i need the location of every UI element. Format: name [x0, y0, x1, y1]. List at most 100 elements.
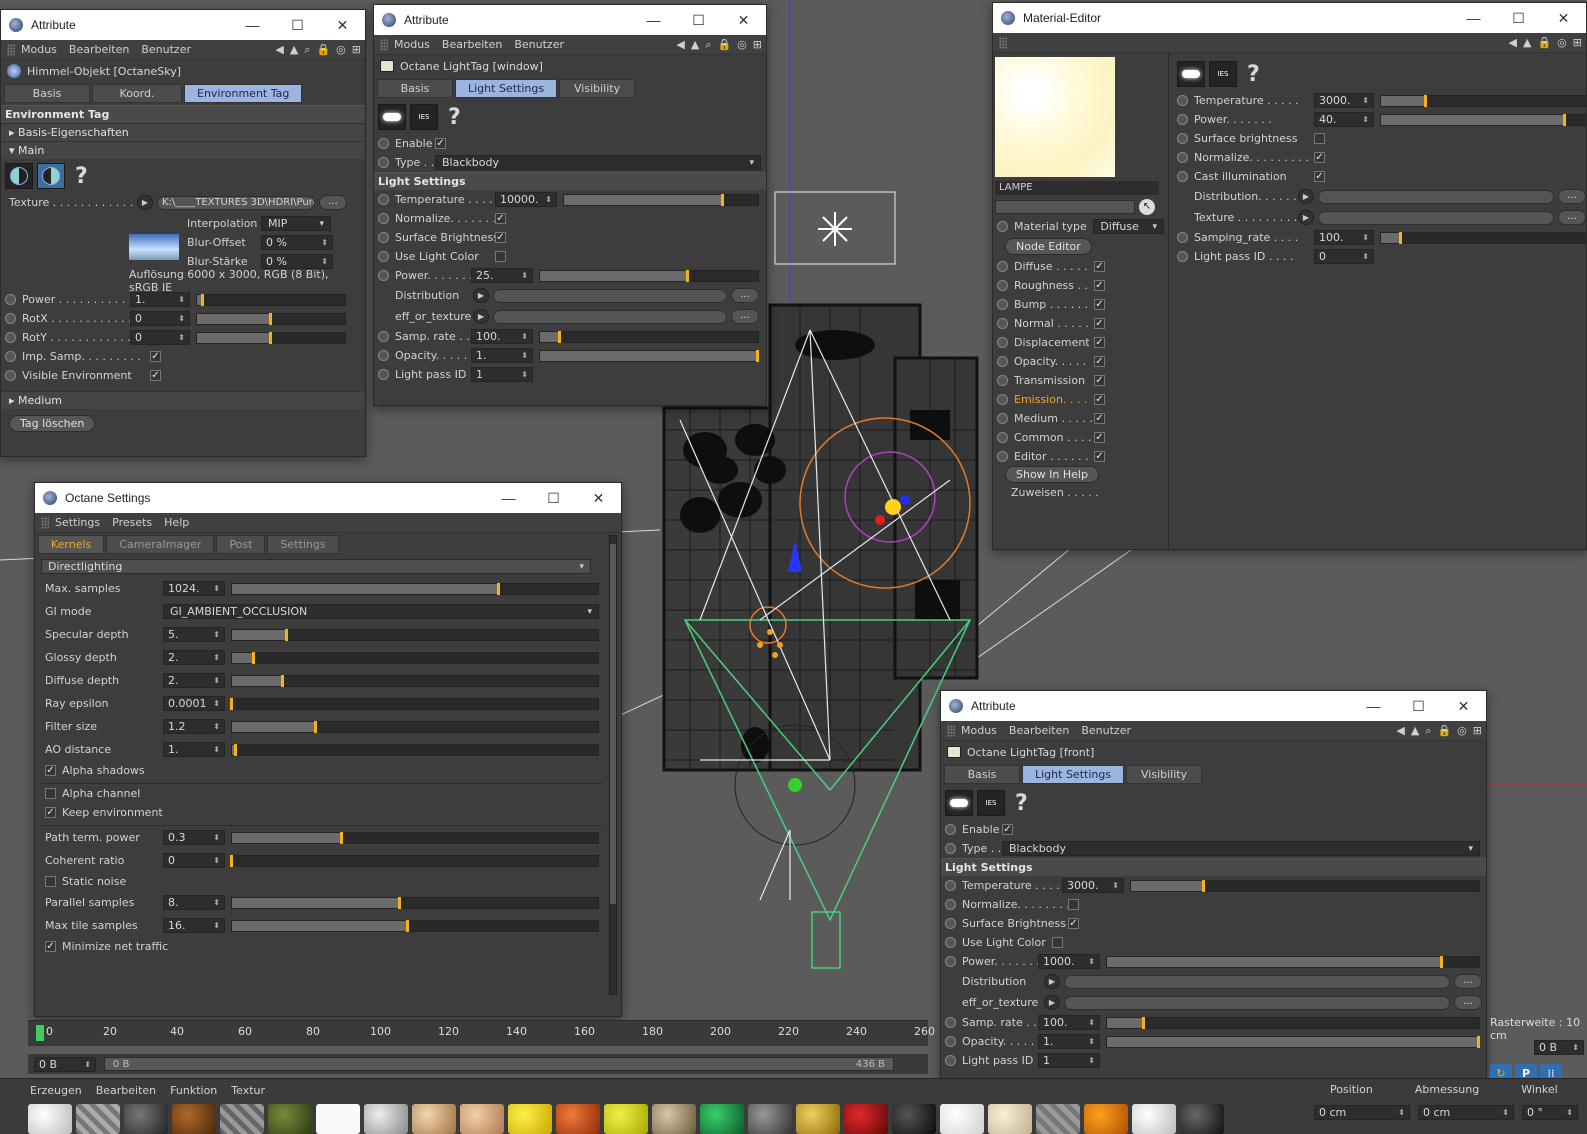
- group-medium[interactable]: ▸ Medium: [1, 391, 365, 409]
- tab-basis[interactable]: Basis: [4, 84, 90, 103]
- channel-radio[interactable]: [997, 356, 1008, 367]
- animate-radio[interactable]: [378, 369, 389, 380]
- temperature-slider[interactable]: [1130, 879, 1480, 892]
- texture-emission-icon[interactable]: IES: [1209, 61, 1237, 87]
- search-icon[interactable]: ⌕: [304, 43, 310, 57]
- channel-emission[interactable]: Emission. . . . ✓: [993, 390, 1168, 409]
- back-icon[interactable]: ◀: [676, 38, 684, 52]
- opacity-field[interactable]: 1.: [1038, 1034, 1100, 1049]
- alpha-shadows-checkbox[interactable]: ✓: [45, 765, 56, 776]
- distribution-browse-button[interactable]: ...: [1558, 189, 1586, 204]
- menu-presets[interactable]: Presets: [112, 516, 152, 529]
- channel-bump[interactable]: Bump . . . . . . ✓: [993, 295, 1168, 314]
- material-swatch[interactable]: [940, 1104, 984, 1134]
- alpha-channel-checkbox[interactable]: [45, 788, 56, 799]
- animate-radio[interactable]: [945, 1055, 956, 1066]
- glossy-depth-slider[interactable]: [231, 651, 599, 664]
- channel-radio[interactable]: [997, 413, 1008, 424]
- animate-radio[interactable]: [378, 157, 389, 168]
- material-swatch[interactable]: [1036, 1104, 1080, 1134]
- back-icon[interactable]: ◀: [1509, 36, 1517, 49]
- tab-koord[interactable]: Koord.: [92, 84, 182, 103]
- max-tile-samples-field[interactable]: 16.: [163, 918, 225, 933]
- new-window-icon[interactable]: ⊞: [1473, 724, 1482, 738]
- attribute-titlebar[interactable]: Attribute — ☐ ✕: [941, 691, 1486, 721]
- visible-env-checkbox[interactable]: ✓: [150, 370, 161, 381]
- roty-slider[interactable]: [196, 331, 346, 344]
- ies-light-icon[interactable]: IES: [977, 790, 1005, 816]
- power-slider[interactable]: [1380, 113, 1586, 126]
- material-swatch[interactable]: [700, 1104, 744, 1134]
- grip-icon[interactable]: [947, 724, 955, 737]
- group-main[interactable]: ▾ Main: [1, 141, 365, 159]
- menu-modus[interactable]: Modus: [394, 38, 430, 51]
- distribution-arrow-icon[interactable]: ▶: [473, 288, 489, 303]
- texture-field[interactable]: [1318, 210, 1554, 225]
- samp-rate-field[interactable]: 100.: [1038, 1015, 1100, 1030]
- material-swatch[interactable]: [652, 1104, 696, 1134]
- specular-depth-field[interactable]: 5.: [163, 627, 225, 642]
- imp-samp-checkbox[interactable]: ✓: [150, 351, 161, 362]
- material-swatch[interactable]: [220, 1104, 264, 1134]
- diffuse-depth-field[interactable]: 2.: [163, 673, 225, 688]
- tab-visibility[interactable]: Visibility: [559, 79, 636, 98]
- channel-radio[interactable]: [997, 280, 1008, 291]
- octane-settings-window[interactable]: Octane Settings — ☐ ✕ Settings Presets H…: [34, 482, 622, 1017]
- channel-checkbox[interactable]: ✓: [1094, 280, 1105, 291]
- material-swatch[interactable]: [28, 1104, 72, 1134]
- samp-rate-slider[interactable]: [539, 330, 759, 343]
- target-icon[interactable]: ◎: [336, 43, 346, 57]
- material-swatch[interactable]: [604, 1104, 648, 1134]
- channel-checkbox[interactable]: ✓: [1094, 337, 1105, 348]
- material-swatch[interactable]: [460, 1104, 504, 1134]
- menu-benutzer[interactable]: Benutzer: [514, 38, 564, 51]
- position-x-field[interactable]: 0 cm: [1314, 1105, 1410, 1120]
- eff-or-texture-browse-button[interactable]: ...: [1454, 995, 1482, 1010]
- material-preview[interactable]: [995, 57, 1115, 177]
- samping-rate-field[interactable]: 100.: [1314, 230, 1374, 245]
- animate-radio[interactable]: [1177, 95, 1188, 106]
- area-light-icon[interactable]: [378, 104, 406, 130]
- channel-checkbox[interactable]: ✓: [1094, 413, 1105, 424]
- animate-radio[interactable]: [945, 843, 956, 854]
- menu-benutzer[interactable]: Benutzer: [1081, 724, 1131, 737]
- tab-kernels[interactable]: Kernels: [38, 535, 105, 554]
- attribute-window-sky[interactable]: Attribute — ☐ ✕ Modus Bearbeiten Benutze…: [0, 9, 366, 457]
- material-swatch[interactable]: [556, 1104, 600, 1134]
- animate-radio[interactable]: [378, 138, 389, 149]
- tab-settings[interactable]: Settings: [267, 535, 339, 554]
- channel-radio[interactable]: [997, 261, 1008, 272]
- material-swatch[interactable]: [1180, 1104, 1224, 1134]
- frame-start-field[interactable]: 0 B: [34, 1056, 96, 1072]
- channel-editor[interactable]: Editor . . . . . . ✓: [993, 447, 1168, 466]
- eff-or-texture-field[interactable]: [493, 309, 727, 324]
- light-pass-field[interactable]: 1: [471, 367, 533, 382]
- tab-basis[interactable]: Basis: [944, 765, 1020, 784]
- cursor-pick-icon[interactable]: ↖: [1139, 199, 1155, 215]
- close-icon[interactable]: ✕: [1541, 3, 1586, 33]
- distribution-field[interactable]: [1064, 974, 1450, 989]
- channel-radio[interactable]: [997, 451, 1008, 462]
- tag-loeschen-button[interactable]: Tag löschen: [9, 415, 96, 432]
- tab-environment-tag[interactable]: Environment Tag: [184, 84, 303, 103]
- channel-transmission[interactable]: Transmission ✓: [993, 371, 1168, 390]
- ao-distance-slider[interactable]: [231, 743, 599, 756]
- material-swatch[interactable]: [172, 1104, 216, 1134]
- size-x-field[interactable]: 0 cm: [1418, 1105, 1514, 1120]
- kernel-dropdown[interactable]: Directlighting: [41, 559, 591, 574]
- menu-erzeugen[interactable]: Erzeugen: [30, 1084, 82, 1097]
- half-moon-icon[interactable]: [5, 163, 33, 189]
- power-slider[interactable]: [539, 269, 759, 282]
- back-icon[interactable]: ◀: [275, 43, 283, 57]
- zuweisen-label[interactable]: Zuweisen . . . . .: [993, 483, 1168, 502]
- animate-radio[interactable]: [378, 194, 389, 205]
- interpolation-dropdown[interactable]: MIP: [261, 216, 331, 231]
- material-swatch[interactable]: [268, 1104, 312, 1134]
- animate-radio[interactable]: [1177, 114, 1188, 125]
- eff-or-texture-arrow-icon[interactable]: ▶: [1044, 995, 1060, 1010]
- material-swatch[interactable]: [748, 1104, 792, 1134]
- animate-radio[interactable]: [945, 824, 956, 835]
- animate-radio[interactable]: [945, 956, 956, 967]
- surface-brightness-checkbox[interactable]: ✓: [495, 232, 506, 243]
- filter-size-field[interactable]: 1.2: [163, 719, 225, 734]
